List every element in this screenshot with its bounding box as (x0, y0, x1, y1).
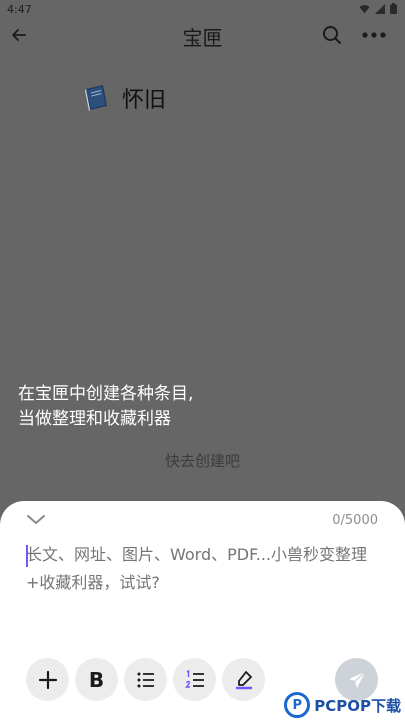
category-label: 怀旧 (122, 88, 167, 113)
numbered-list-button[interactable] (173, 658, 216, 701)
collapse-button[interactable] (25, 510, 47, 528)
watermark-text: PCPOP下载 (314, 696, 401, 715)
search-icon (323, 26, 341, 44)
book-icon (85, 85, 107, 111)
chevron-down-icon (27, 515, 45, 524)
category-header: 怀旧 (80, 82, 166, 114)
bold-icon: B (88, 667, 105, 692)
highlight-button[interactable] (222, 658, 265, 701)
status-icons (359, 3, 397, 14)
char-counter: 0/5000 (332, 513, 378, 528)
empty-state-line-2: 当做整理和收藏利器 (18, 409, 171, 429)
signal-icon (375, 3, 385, 14)
numbered-list-icon (184, 669, 204, 688)
status-time: 4:47 (7, 3, 32, 16)
note-input[interactable] (26, 541, 378, 601)
composer-sheet: 0/5000 B (0, 501, 405, 720)
plus-icon (38, 670, 57, 689)
search-button[interactable] (321, 24, 343, 46)
add-button[interactable] (26, 658, 69, 701)
page-title: 宝匣 (182, 26, 223, 50)
watermark: P PCPOP下载 (284, 692, 401, 718)
empty-state-message: 在宝匣中创建各种条目, 当做整理和收藏利器 (18, 382, 193, 432)
more-icon (362, 32, 386, 38)
watermark-logo: P (284, 692, 311, 718)
app-bar: 宝匣 (0, 18, 405, 54)
battery-icon (390, 3, 397, 14)
format-toolbar: B (26, 658, 265, 701)
bullet-list-icon (137, 672, 154, 687)
highlighter-icon (235, 670, 252, 689)
more-button[interactable] (361, 24, 387, 46)
empty-state-hint: 快去创建吧 (164, 452, 240, 470)
status-bar: 4:47 (0, 0, 405, 18)
send-icon (348, 671, 365, 688)
bold-button[interactable]: B (75, 658, 118, 701)
empty-state-line-1: 在宝匣中创建各种条目, (18, 384, 194, 404)
bullet-list-button[interactable] (124, 658, 167, 701)
wifi-icon (359, 4, 370, 13)
